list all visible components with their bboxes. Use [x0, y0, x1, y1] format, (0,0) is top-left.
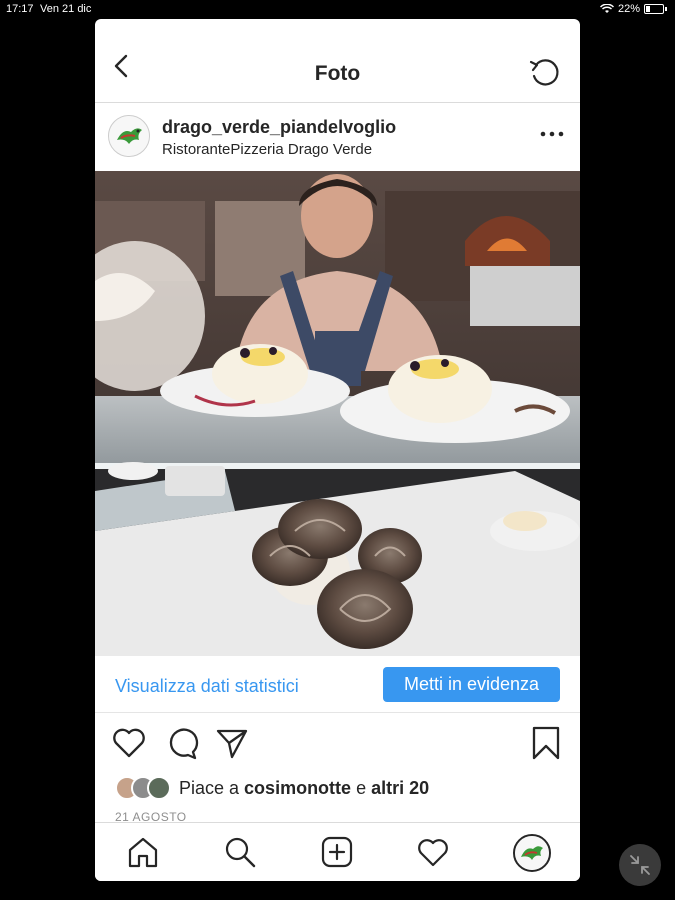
top-navbar: Foto: [95, 19, 580, 103]
bottom-tabbar: [95, 822, 580, 881]
battery-tip: [665, 7, 667, 11]
more-options-icon[interactable]: [538, 125, 566, 143]
comment-icon[interactable]: [163, 725, 199, 761]
status-date: Ven 21 dic: [40, 3, 92, 15]
home-icon[interactable]: [126, 835, 160, 869]
dragon-logo-icon: [109, 116, 149, 156]
refresh-icon[interactable]: [528, 56, 562, 90]
avatar[interactable]: [108, 115, 150, 157]
page-title: Foto: [314, 62, 361, 85]
post-photo[interactable]: [95, 171, 580, 656]
status-right: 22%: [599, 3, 667, 15]
shrink-icon: [630, 855, 650, 875]
shrink-button[interactable]: [619, 844, 661, 886]
post-header: drago_verde_piandelvoglio RistorantePizz…: [95, 103, 580, 171]
post-username[interactable]: drago_verde_piandelvoglio: [162, 117, 396, 138]
promote-button[interactable]: Metti in evidenza: [383, 667, 560, 702]
insights-row: Visualizza dati statistici Metti in evid…: [95, 657, 580, 713]
dragon-logo-icon: [515, 836, 549, 870]
status-time: 17:17: [6, 3, 34, 15]
likes-and: e: [351, 777, 372, 798]
likes-text: Piace a cosimonotte e altri 20: [179, 778, 429, 799]
wifi-icon: [599, 4, 614, 13]
liker-name[interactable]: cosimonotte: [244, 778, 351, 798]
likes-others[interactable]: altri 20: [371, 778, 429, 798]
new-post-icon[interactable]: [320, 835, 354, 869]
post-location[interactable]: RistorantePizzeria Drago Verde: [162, 141, 372, 158]
instagram-app: Foto drago_verde_piandelvoglio Ristorant…: [95, 19, 580, 881]
bookmark-icon[interactable]: [528, 725, 564, 761]
status-bar: 17:17 Ven 21 dic 22%: [0, 0, 675, 18]
search-icon[interactable]: [223, 835, 257, 869]
activity-icon[interactable]: [416, 835, 450, 869]
post-actions: [95, 725, 580, 765]
share-icon[interactable]: [214, 725, 250, 761]
likes-prefix: Piace a: [179, 777, 245, 798]
battery-percent: 22%: [617, 3, 640, 15]
battery-icon: [644, 4, 664, 14]
heart-icon[interactable]: [111, 725, 147, 761]
profile-avatar[interactable]: [513, 834, 551, 872]
likes-row[interactable]: Piace a cosimonotte e altri 20: [115, 775, 429, 801]
view-insights-link[interactable]: Visualizza dati statistici: [115, 676, 299, 697]
dessert-photo-image: [95, 171, 580, 656]
liker-avatar: [147, 776, 171, 800]
